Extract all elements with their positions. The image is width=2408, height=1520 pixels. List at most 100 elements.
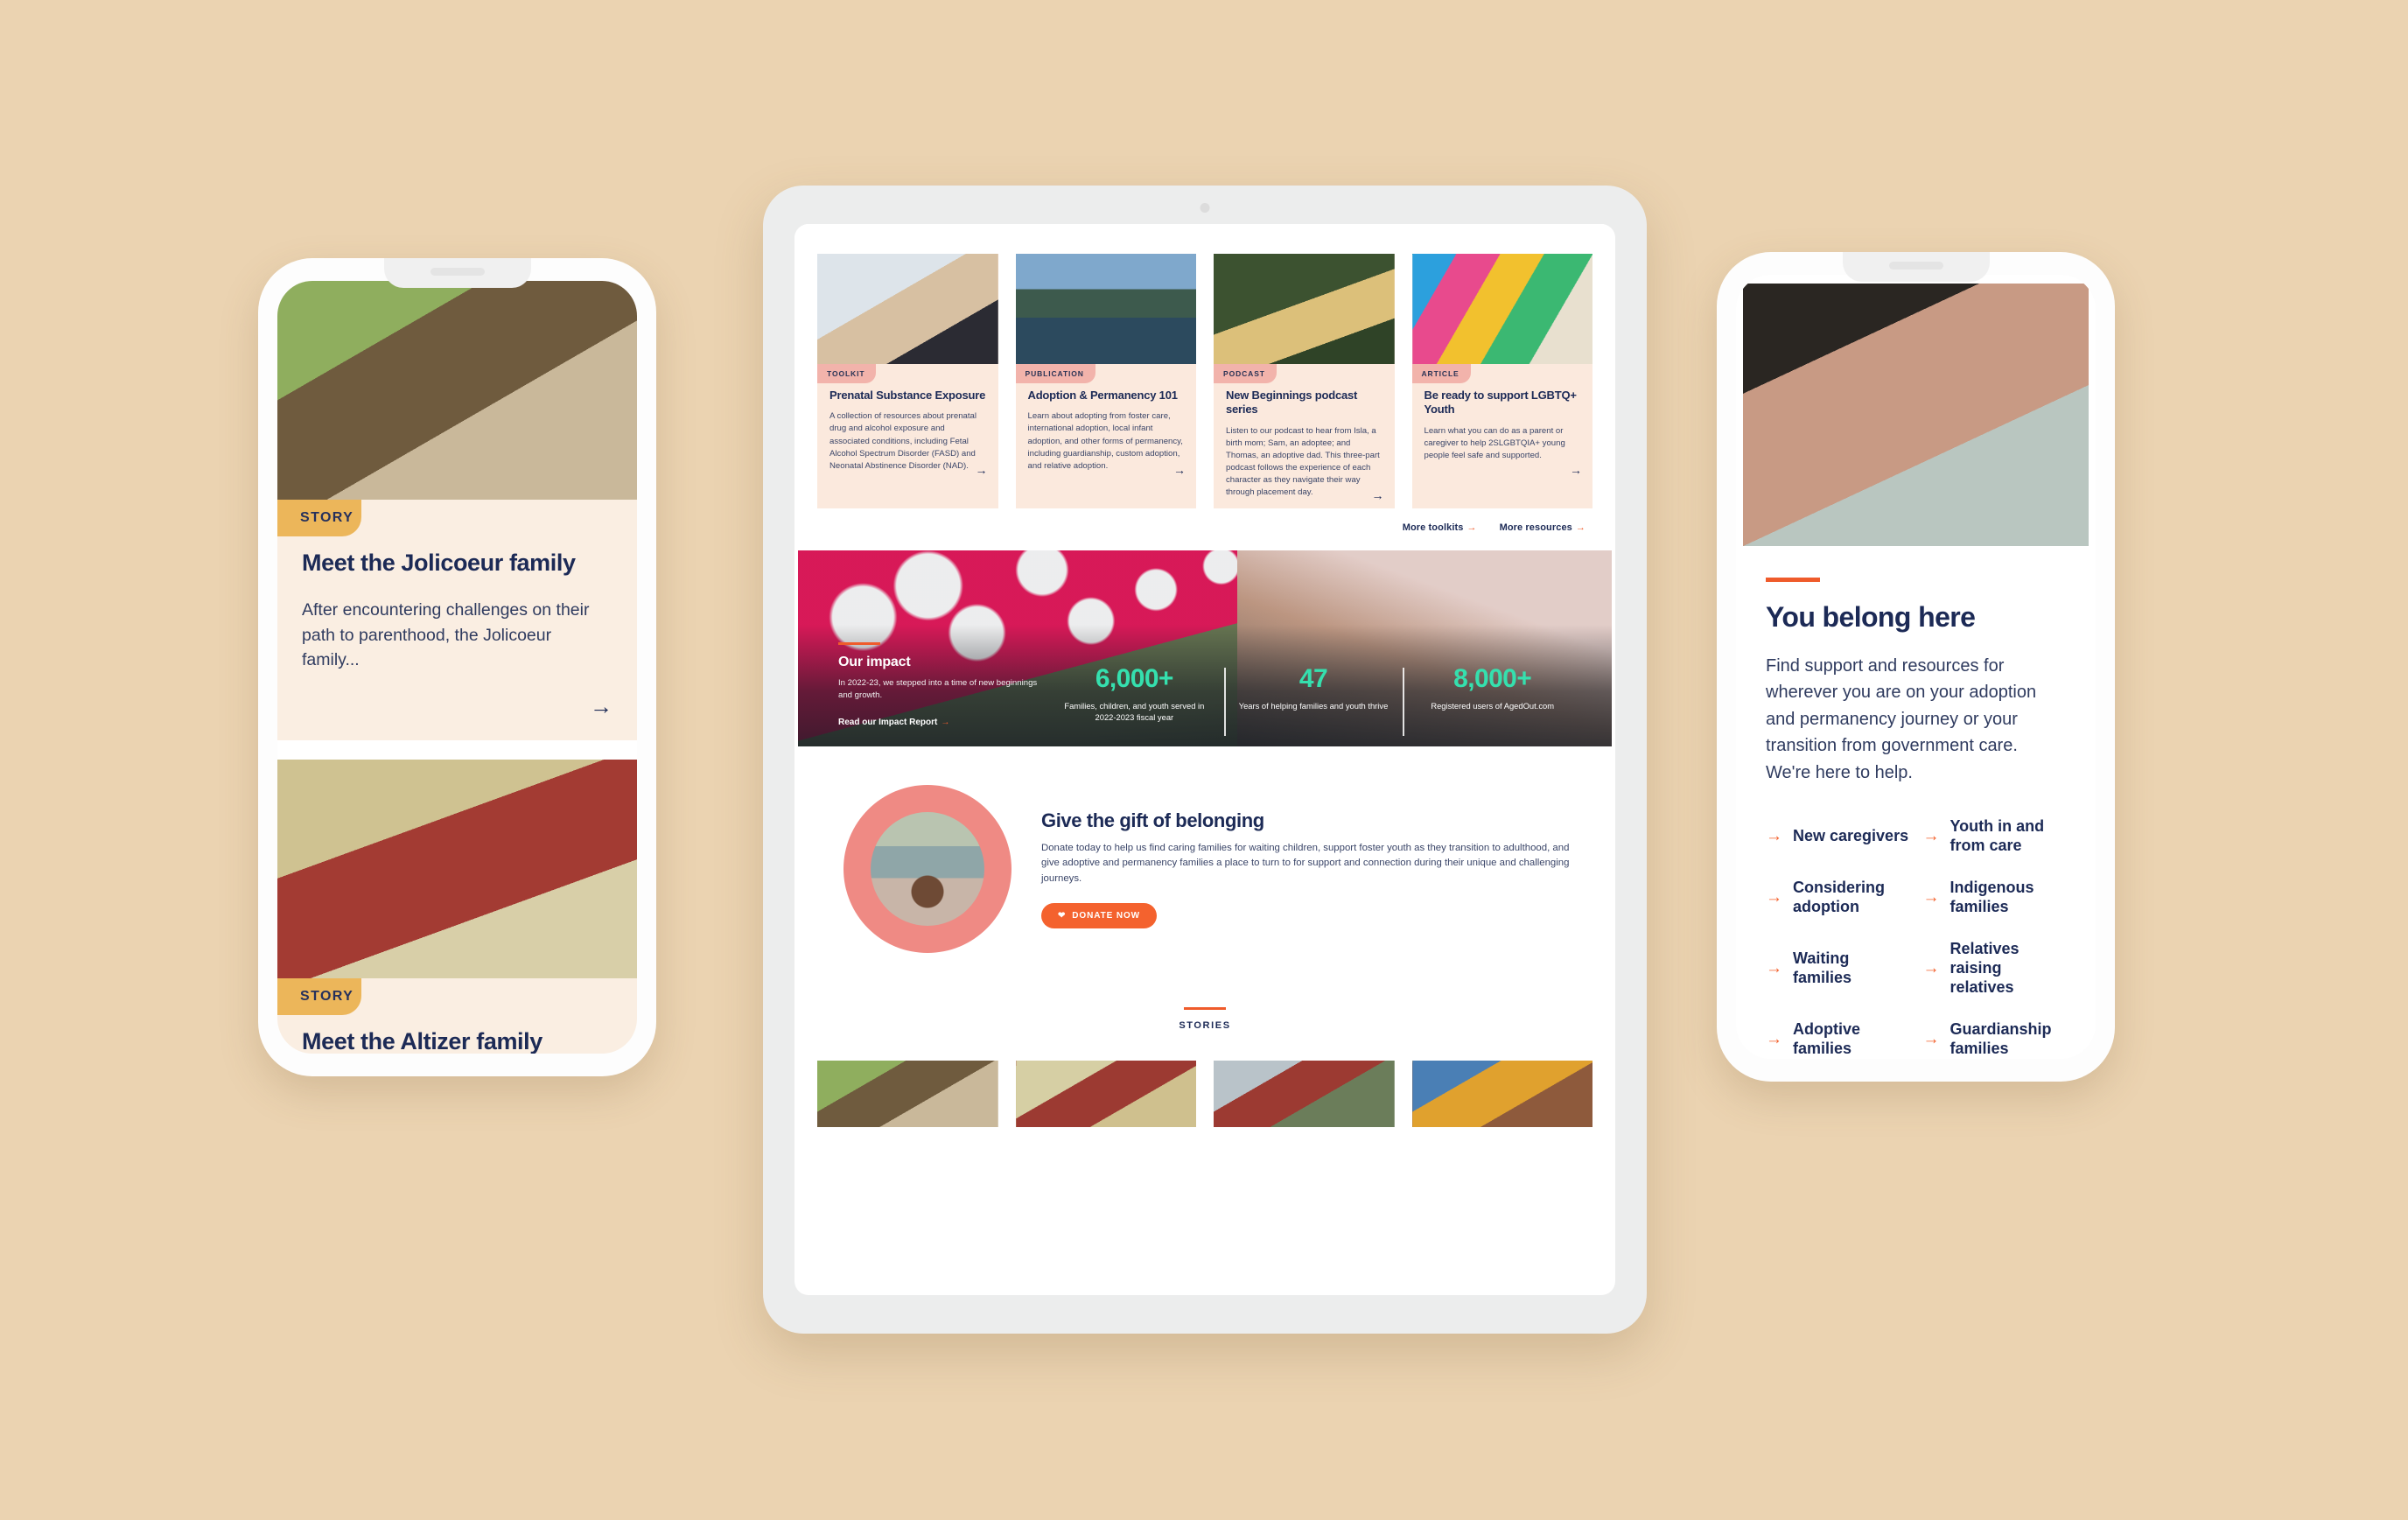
audience-link-adoptive-families[interactable]: → Adoptive families [1766, 1020, 1909, 1059]
resource-card-image [1015, 254, 1196, 364]
arrow-right-icon[interactable]: → [1372, 489, 1384, 501]
arrow-right-icon: → [1766, 827, 1782, 846]
resource-title: Adoption & Permanency 101 [1027, 389, 1178, 402]
more-resources-link[interactable]: More resources → [1500, 522, 1586, 533]
stat-label: Registered users of AgedOut.com [1431, 701, 1555, 711]
phone-frame: STORY Meet the Jolicoeur family After en… [258, 258, 656, 1076]
impact-heading: Our impact [838, 654, 911, 669]
story-card-image [277, 760, 637, 979]
arrow-right-icon[interactable]: → [976, 464, 988, 476]
story-thumbnail[interactable] [1411, 1060, 1592, 1127]
donate-now-button[interactable]: ❤ DONATE NOW [1041, 902, 1157, 928]
audience-label: Guardianship families [1950, 1019, 2052, 1057]
audience-label: Considering adoption [1793, 878, 1886, 915]
stat-label: Families, children, and youth served in … [1064, 701, 1205, 723]
resource-card[interactable]: TOOLKIT Prenatal Substance Exposure A co… [817, 254, 998, 508]
tablet-screen: TOOLKIT Prenatal Substance Exposure A co… [794, 224, 1615, 1295]
impact-stats: 6,000+ Families, children, and youth ser… [1045, 664, 1582, 737]
donate-heading: Give the gift of belonging [1041, 809, 1264, 831]
arrow-right-icon: → [1922, 1030, 1940, 1049]
resource-description: Learn what you can do as a parent or car… [1424, 425, 1565, 460]
more-toolkits-label: More toolkits [1402, 522, 1464, 533]
audience-label: Youth in and from care [1950, 816, 2045, 854]
hero-image [1743, 284, 2089, 546]
audience-link-considering-adoption[interactable]: → Considering adoption [1766, 879, 1909, 917]
resource-card[interactable]: ARTICLE Be ready to support LGBTQ+ Youth… [1411, 254, 1592, 508]
stories-section: STORIES [794, 987, 1615, 1127]
story-thumbnail[interactable] [817, 1060, 998, 1127]
more-toolkits-link[interactable]: More toolkits → [1403, 522, 1477, 533]
impact-report-link[interactable]: Read our Impact Report → [838, 718, 1045, 727]
audience-link-waiting-families[interactable]: → Waiting families [1766, 940, 1909, 998]
arrow-right-icon: → [1922, 959, 1940, 978]
stories-label: STORIES [1179, 1019, 1231, 1031]
screen-top-spacer [794, 224, 1615, 254]
resource-card[interactable]: PODCAST New Beginnings podcast series Li… [1214, 254, 1395, 508]
belong-section: You belong here Find support and resourc… [1736, 546, 2096, 1059]
resource-description: Listen to our podcast to hear from Isla,… [1226, 425, 1380, 498]
audience-link-guardianship-families[interactable]: → Guardianship families [1923, 1020, 2067, 1059]
stat-value: 8,000+ [1453, 664, 1532, 694]
story-thumbnail[interactable] [1015, 1060, 1196, 1127]
resource-title: New Beginnings podcast series [1226, 389, 1358, 417]
audience-label: Waiting families [1793, 949, 1852, 986]
impact-band: Our impact In 2022-23, we stepped into a… [798, 550, 1612, 746]
resource-card-image [1411, 254, 1592, 364]
left-phone-device: STORY Meet the Jolicoeur family After en… [258, 258, 656, 1076]
tablet-device: TOOLKIT Prenatal Substance Exposure A co… [763, 186, 1647, 1334]
donate-text-block: Give the gift of belonging Donate today … [1041, 809, 1575, 928]
resource-card-image [817, 254, 998, 364]
audience-link-new-caregivers[interactable]: → New caregivers [1766, 817, 1909, 856]
resource-card-image [1214, 254, 1395, 364]
right-phone-screen: You belong here Find support and resourc… [1736, 275, 2096, 1059]
resource-card-body: Prenatal Substance Exposure A collection… [817, 364, 998, 483]
story-title: Meet the Jolicoeur family [302, 550, 576, 576]
arrow-right-icon[interactable]: → [1570, 464, 1582, 476]
audience-link-indigenous-families[interactable]: → Indigenous families [1923, 879, 2067, 917]
stat-item: 8,000+ Registered users of AgedOut.com [1403, 664, 1582, 737]
phone-notch [383, 258, 531, 288]
impact-content: Our impact In 2022-23, we stepped into a… [798, 641, 1612, 746]
heart-icon: ❤ [1058, 910, 1067, 921]
audience-label: Adoptive families [1793, 1019, 1861, 1057]
stat-item: 47 Years of helping families and youth t… [1223, 666, 1404, 737]
arrow-right-icon: → [1575, 522, 1586, 533]
arrow-right-icon: → [1766, 1030, 1782, 1049]
accent-rule [1184, 1006, 1226, 1010]
arrow-right-icon[interactable]: → [1173, 464, 1186, 476]
impact-text-block: Our impact In 2022-23, we stepped into a… [838, 641, 1045, 727]
story-card[interactable]: STORY Meet the Jolicoeur family After en… [277, 281, 637, 741]
impact-report-label: Read our Impact Report [838, 717, 938, 727]
resource-card-body: New Beginnings podcast series Listen to … [1214, 364, 1395, 508]
resource-card[interactable]: PUBLICATION Adoption & Permanency 101 Le… [1015, 254, 1196, 508]
tablet-frame: TOOLKIT Prenatal Substance Exposure A co… [763, 186, 1647, 1334]
phone-frame: You belong here Find support and resourc… [1717, 252, 2115, 1082]
impact-description: In 2022-23, we stepped into a time of ne… [838, 677, 1038, 700]
left-phone-screen: STORY Meet the Jolicoeur family After en… [277, 281, 637, 1054]
arrow-right-icon[interactable]: → [302, 695, 612, 718]
resource-card-grid: TOOLKIT Prenatal Substance Exposure A co… [794, 254, 1615, 508]
donate-description: Donate today to help us find caring fami… [1041, 842, 1570, 884]
more-links-row: More toolkits → More resources → [794, 508, 1615, 550]
story-badge: STORY [277, 978, 361, 1016]
story-badge: STORY [277, 500, 361, 536]
card-divider [277, 740, 637, 760]
story-card[interactable]: STORY Meet the Altizer family After ten … [277, 760, 637, 1054]
audience-link-youth-in-and-from-care[interactable]: → Youth in and from care [1923, 817, 2067, 856]
camera-icon [1200, 203, 1210, 213]
audience-link-relatives-raising-relatives[interactable]: → Relatives raising relatives [1923, 940, 2067, 998]
donate-image [871, 811, 984, 926]
story-thumbnail[interactable] [1214, 1060, 1395, 1127]
story-title: Meet the Altizer family [302, 1028, 542, 1054]
stat-label: Years of helping families and youth thri… [1238, 701, 1389, 711]
stat-value: 6,000+ [1095, 664, 1174, 694]
arrow-right-icon: → [1766, 959, 1782, 978]
donate-button-label: DONATE NOW [1072, 910, 1140, 921]
stat-item: 6,000+ Families, children, and youth ser… [1045, 666, 1224, 723]
stories-thumbnail-grid [794, 1031, 1615, 1127]
audience-label: Relatives raising relatives [1950, 939, 2020, 996]
page-title: You belong here [1766, 601, 1976, 633]
resource-title: Prenatal Substance Exposure [830, 389, 986, 402]
story-card-image [277, 281, 637, 500]
arrow-right-icon: → [1922, 827, 1940, 846]
